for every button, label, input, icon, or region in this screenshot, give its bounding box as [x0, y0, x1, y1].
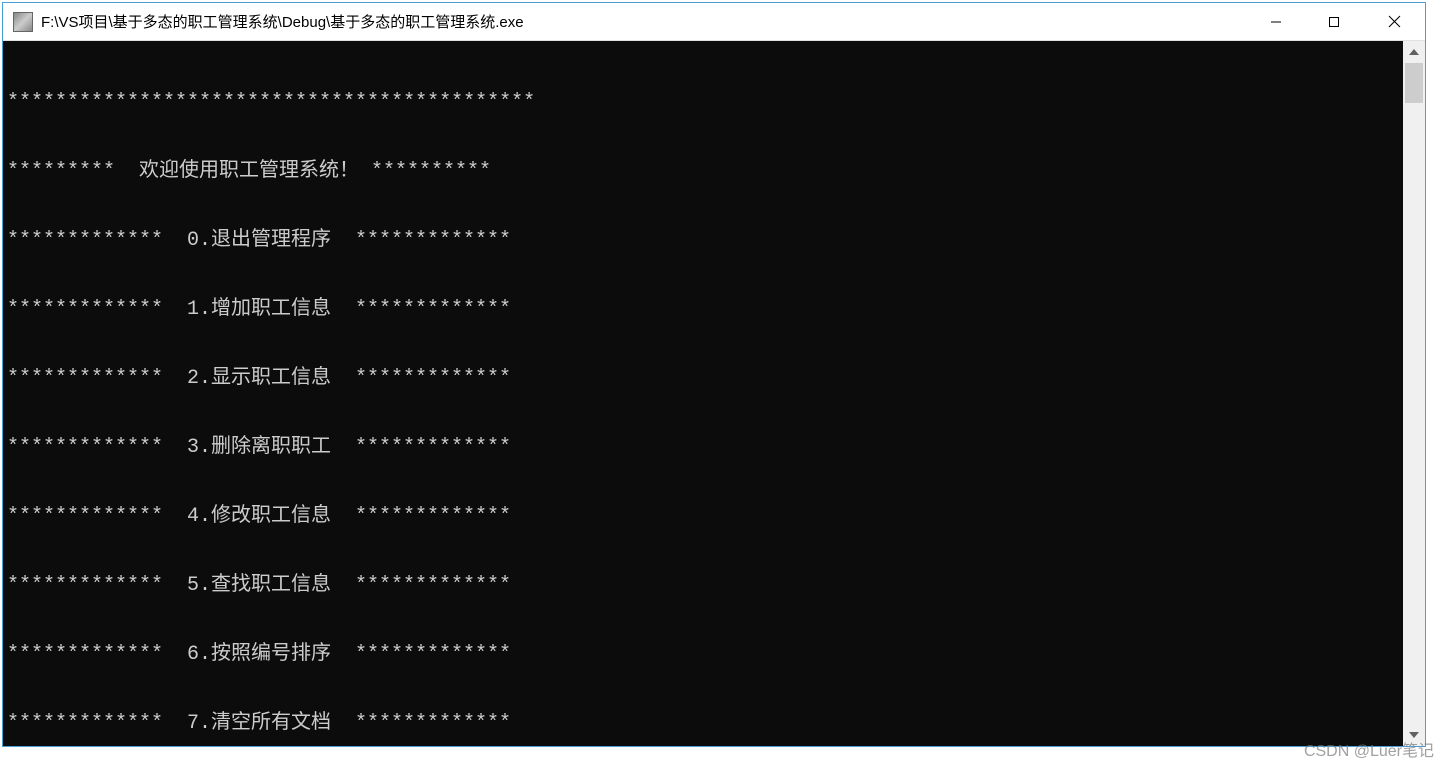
console-line: ************* 6.按照编号排序 *************	[7, 643, 1403, 666]
titlebar: F:\VS项目\基于多态的职工管理系统\Debug\基于多态的职工管理系统.ex…	[3, 3, 1425, 41]
close-button[interactable]	[1363, 3, 1425, 40]
vertical-scrollbar[interactable]	[1403, 41, 1425, 746]
console-line: ************* 4.修改职工信息 *************	[7, 505, 1403, 528]
console-line: ****************************************…	[7, 91, 1403, 114]
console-line: ************* 3.删除离职职工 *************	[7, 436, 1403, 459]
app-icon	[13, 12, 33, 32]
minimize-icon	[1270, 16, 1282, 28]
maximize-icon	[1328, 16, 1340, 28]
scroll-track[interactable]	[1403, 63, 1425, 724]
window-title: F:\VS项目\基于多态的职工管理系统\Debug\基于多态的职工管理系统.ex…	[41, 11, 1247, 32]
console-area[interactable]: ****************************************…	[3, 41, 1425, 746]
scroll-up-button[interactable]	[1403, 41, 1425, 63]
maximize-button[interactable]	[1305, 3, 1363, 40]
console-line: ************* 2.显示职工信息 *************	[7, 367, 1403, 390]
chevron-up-icon	[1409, 49, 1419, 55]
scroll-thumb[interactable]	[1405, 63, 1423, 103]
close-icon	[1388, 15, 1401, 28]
console-line: ************* 1.增加职工信息 *************	[7, 298, 1403, 321]
console-line: ************* 5.查找职工信息 *************	[7, 574, 1403, 597]
console-line: ************* 0.退出管理程序 *************	[7, 229, 1403, 252]
minimize-button[interactable]	[1247, 3, 1305, 40]
console-window: F:\VS项目\基于多态的职工管理系统\Debug\基于多态的职工管理系统.ex…	[2, 2, 1426, 747]
console-line: ********* 欢迎使用职工管理系统！ **********	[7, 160, 1403, 183]
watermark: CSDN @Luer笔记	[1304, 737, 1434, 761]
console-line: ************* 7.清空所有文档 *************	[7, 712, 1403, 735]
console-output: ****************************************…	[3, 41, 1403, 746]
window-controls	[1247, 3, 1425, 40]
